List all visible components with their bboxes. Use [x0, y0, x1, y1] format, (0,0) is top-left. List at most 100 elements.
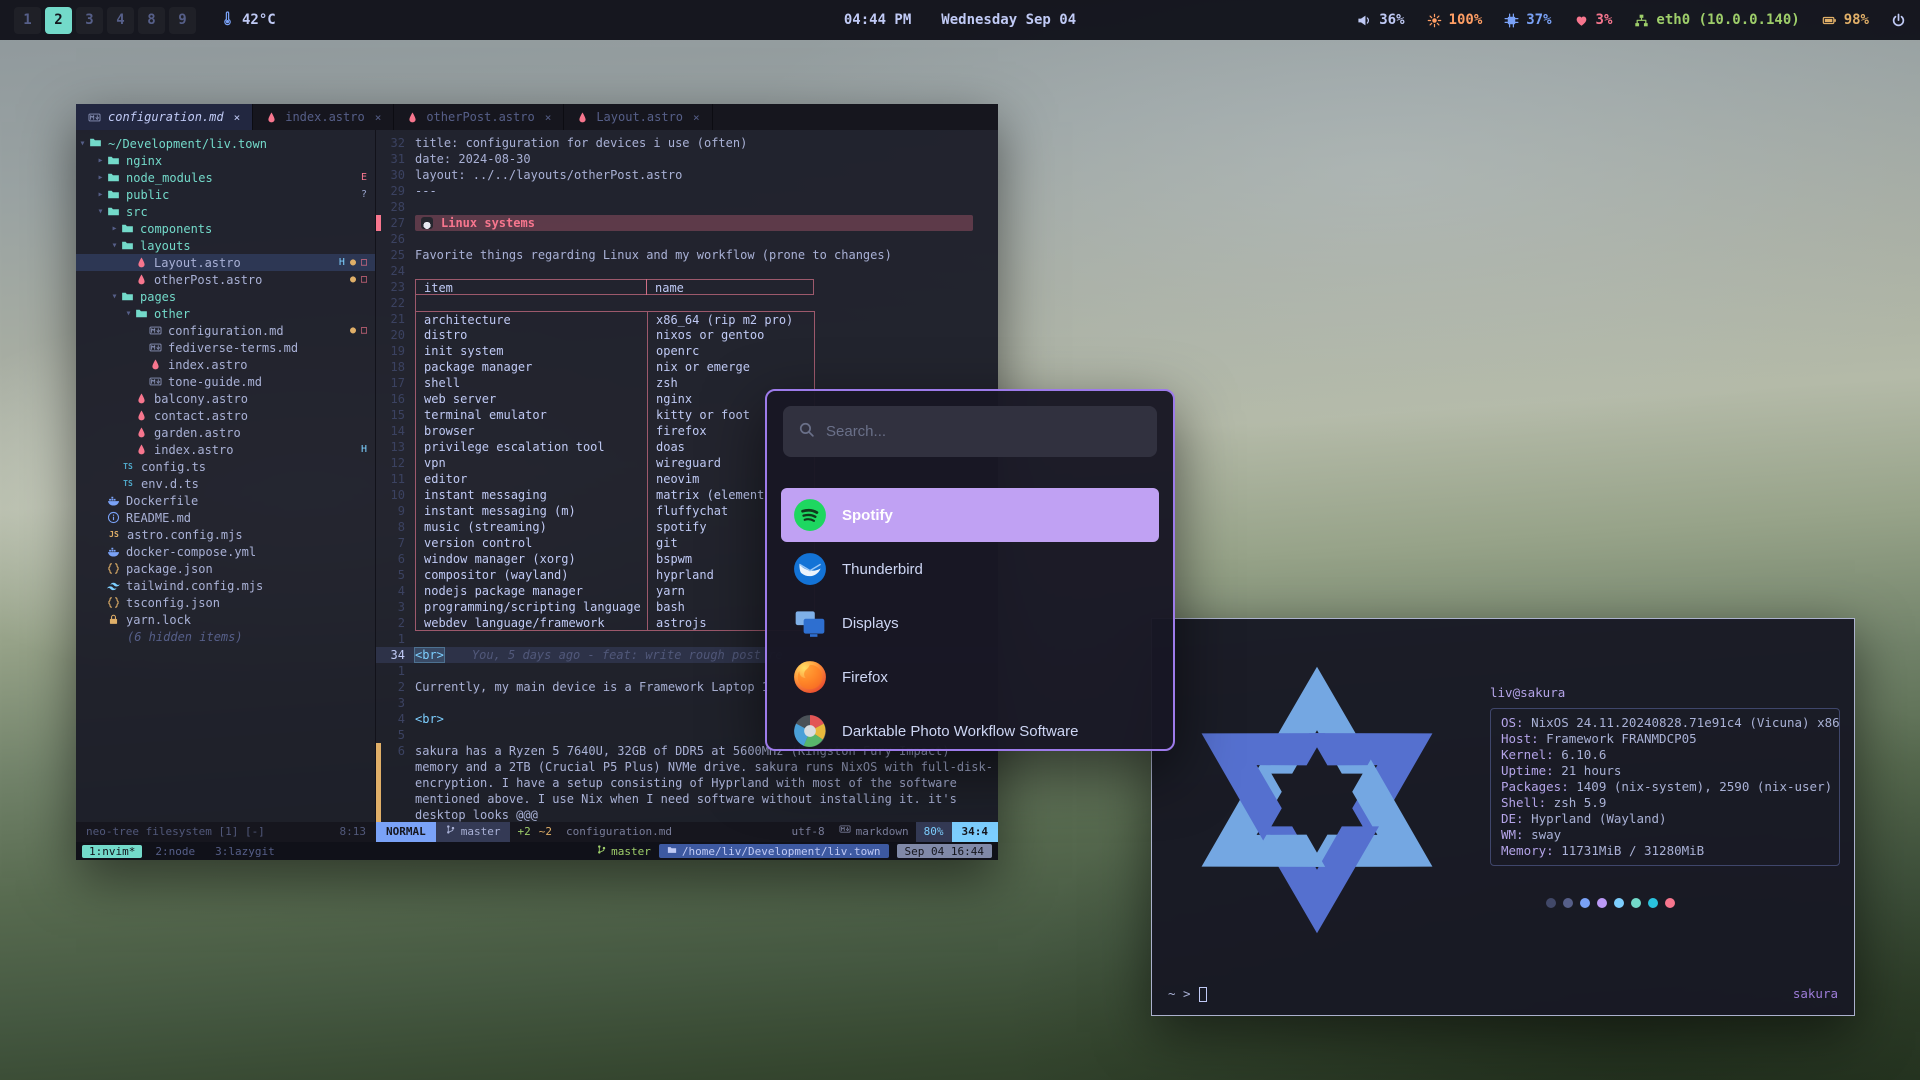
table-cell: nodejs package manager [415, 583, 647, 599]
launcher-item-Thunderbird[interactable]: Thunderbird [781, 542, 1159, 596]
fetch-line-Packages: Packages: 1409 (nix-system), 2590 (nix-u… [1501, 779, 1829, 795]
tree-item-docker-compose.yml[interactable]: docker-compose.yml [76, 543, 375, 560]
battery-module[interactable]: 98% [1822, 12, 1869, 28]
terminal-window[interactable]: liv@sakura OS: NixOS 24.11.20240828.71e9… [1151, 618, 1855, 1016]
tree-item-tone-guide.md[interactable]: tone-guide.md [76, 373, 375, 390]
launcher-item-Firefox[interactable]: Firefox [781, 650, 1159, 704]
tree-item-config.ts[interactable]: TSconfig.ts [76, 458, 375, 475]
fetch-label: Shell: [1501, 795, 1546, 811]
line-number: 17 [381, 375, 415, 391]
top-bar: 123489 42°C 04:44 PM Wednesday Sep 04 36… [0, 0, 1920, 40]
tree-item-label: configuration.md [168, 324, 284, 338]
tmux-window-3:lazygit[interactable]: 3:lazygit [208, 845, 282, 858]
tree-item-README.md[interactable]: README.md [76, 509, 375, 526]
shell-prompt[interactable]: ~ > [1168, 986, 1207, 1002]
editor-tab-otherPost.astro[interactable]: otherPost.astro× [394, 104, 564, 130]
brightness-module[interactable]: 100% [1427, 12, 1483, 28]
editor-tab-Layout.astro[interactable]: Layout.astro× [564, 104, 712, 130]
tree-item-node_modules[interactable]: ▸node_modulesE [76, 169, 375, 186]
search-input[interactable] [826, 423, 1142, 440]
network-module[interactable]: eth0 (10.0.0.140) [1634, 12, 1799, 28]
launcher-item-Spotify[interactable]: Spotify [781, 488, 1159, 542]
scroll-percent: 80% [916, 822, 952, 842]
color-dot [1631, 898, 1641, 908]
workspace-button-1[interactable]: 1 [14, 7, 41, 34]
tree-item-pages[interactable]: ▾pages [76, 288, 375, 305]
tree-item-garden.astro[interactable]: garden.astro [76, 424, 375, 441]
clock-module[interactable]: 04:44 PM Wednesday Sep 04 [844, 0, 1076, 40]
tree-item-index.astro[interactable]: index.astro [76, 356, 375, 373]
launcher-item-Displays[interactable]: Displays [781, 596, 1159, 650]
table-cell: x86_64 (rip m2 pro) [647, 311, 815, 327]
markdown-icon [839, 823, 851, 835]
tree-item-contact.astro[interactable]: contact.astro [76, 407, 375, 424]
tab-close-icon[interactable]: × [693, 111, 700, 124]
line-number: 12 [381, 455, 415, 471]
session-name: sakura [1793, 986, 1838, 1002]
markdown-heading: Linux systems [415, 215, 973, 231]
tree-item-nginx[interactable]: ▸nginx [76, 152, 375, 169]
tree-item-Layout.astro[interactable]: Layout.astroH●□ [76, 254, 375, 271]
tree-item-components[interactable]: ▸components [76, 220, 375, 237]
tree-item-(6 hidden items)[interactable]: (6 hidden items) [76, 628, 375, 645]
tree-item-label: docker-compose.yml [126, 545, 256, 559]
workspace-button-2[interactable]: 2 [45, 7, 72, 34]
launcher-item-label: Spotify [842, 507, 893, 524]
tree-item-configuration.md[interactable]: configuration.md●□ [76, 322, 375, 339]
folder-icon [107, 171, 120, 184]
line-number: 23 [381, 279, 415, 295]
tree-item-src[interactable]: ▾src [76, 203, 375, 220]
launcher-item-Darktable Photo Workflow Software[interactable]: Darktable Photo Workflow Software [781, 704, 1159, 749]
line-number: 30 [381, 167, 415, 183]
tree-item-layouts[interactable]: ▾layouts [76, 237, 375, 254]
fetch-label: DE: [1501, 811, 1524, 827]
tab-close-icon[interactable]: × [234, 111, 241, 124]
color-dot [1648, 898, 1658, 908]
volume-module[interactable]: 36% [1357, 12, 1404, 28]
badge: □ [361, 274, 367, 285]
workspace-button-3[interactable]: 3 [76, 7, 103, 34]
power-module[interactable] [1891, 13, 1906, 28]
tree-item-tsconfig.json[interactable]: tsconfig.json [76, 594, 375, 611]
tree-item-tailwind.config.mjs[interactable]: tailwind.config.mjs [76, 577, 375, 594]
tree-root-label: ~/Development/liv.town [108, 137, 267, 151]
tab-close-icon[interactable]: × [375, 111, 382, 124]
tree-item-yarn.lock[interactable]: yarn.lock [76, 611, 375, 628]
tree-item-package.json[interactable]: package.json [76, 560, 375, 577]
tree-item-Dockerfile[interactable]: Dockerfile [76, 492, 375, 509]
workspace-button-4[interactable]: 4 [107, 7, 134, 34]
line-number: 26 [381, 231, 415, 247]
tree-root[interactable]: ▾ ~/Development/liv.town [76, 135, 375, 152]
darktable-icon [793, 714, 827, 748]
tree-item-index.astro[interactable]: index.astroH [76, 441, 375, 458]
memory-module[interactable]: 37% [1504, 12, 1551, 28]
table-cell: nix or emerge [647, 359, 815, 375]
table-cell: vpn [415, 455, 647, 471]
table-cell: instant messaging (m) [415, 503, 647, 519]
tree-item-label: fediverse-terms.md [168, 341, 298, 355]
tmux-window-1:nvim*[interactable]: 1:nvim* [82, 845, 142, 858]
tree-item-astro.config.mjs[interactable]: JSastro.config.mjs [76, 526, 375, 543]
tree-item-other[interactable]: ▾other [76, 305, 375, 322]
tree-item-otherPost.astro[interactable]: otherPost.astro●□ [76, 271, 375, 288]
temperature-module[interactable]: 42°C [220, 11, 276, 30]
tree-item-label: README.md [126, 511, 191, 525]
tmux-window-2:node[interactable]: 2:node [148, 845, 202, 858]
cpu-module[interactable]: 3% [1574, 12, 1613, 28]
branch-icon [445, 824, 456, 835]
editor-tab-configuration.md[interactable]: configuration.md× [76, 104, 253, 130]
tree-item-balcony.astro[interactable]: balcony.astro [76, 390, 375, 407]
tree-item-fediverse-terms.md[interactable]: fediverse-terms.md [76, 339, 375, 356]
tab-close-icon[interactable]: × [545, 111, 552, 124]
launcher-search[interactable] [783, 406, 1157, 457]
tree-item-label: index.astro [154, 443, 233, 457]
badge: E [361, 172, 367, 183]
tree-item-public[interactable]: ▸public? [76, 186, 375, 203]
workspace-button-9[interactable]: 9 [169, 7, 196, 34]
tree-item-env.d.ts[interactable]: TSenv.d.ts [76, 475, 375, 492]
markdown-icon [88, 111, 101, 124]
neotree-panel[interactable]: ▾ ~/Development/liv.town ▸nginx▸node_mod… [76, 130, 376, 822]
badge: □ [361, 325, 367, 336]
workspace-button-8[interactable]: 8 [138, 7, 165, 34]
editor-tab-index.astro[interactable]: index.astro× [253, 104, 394, 130]
